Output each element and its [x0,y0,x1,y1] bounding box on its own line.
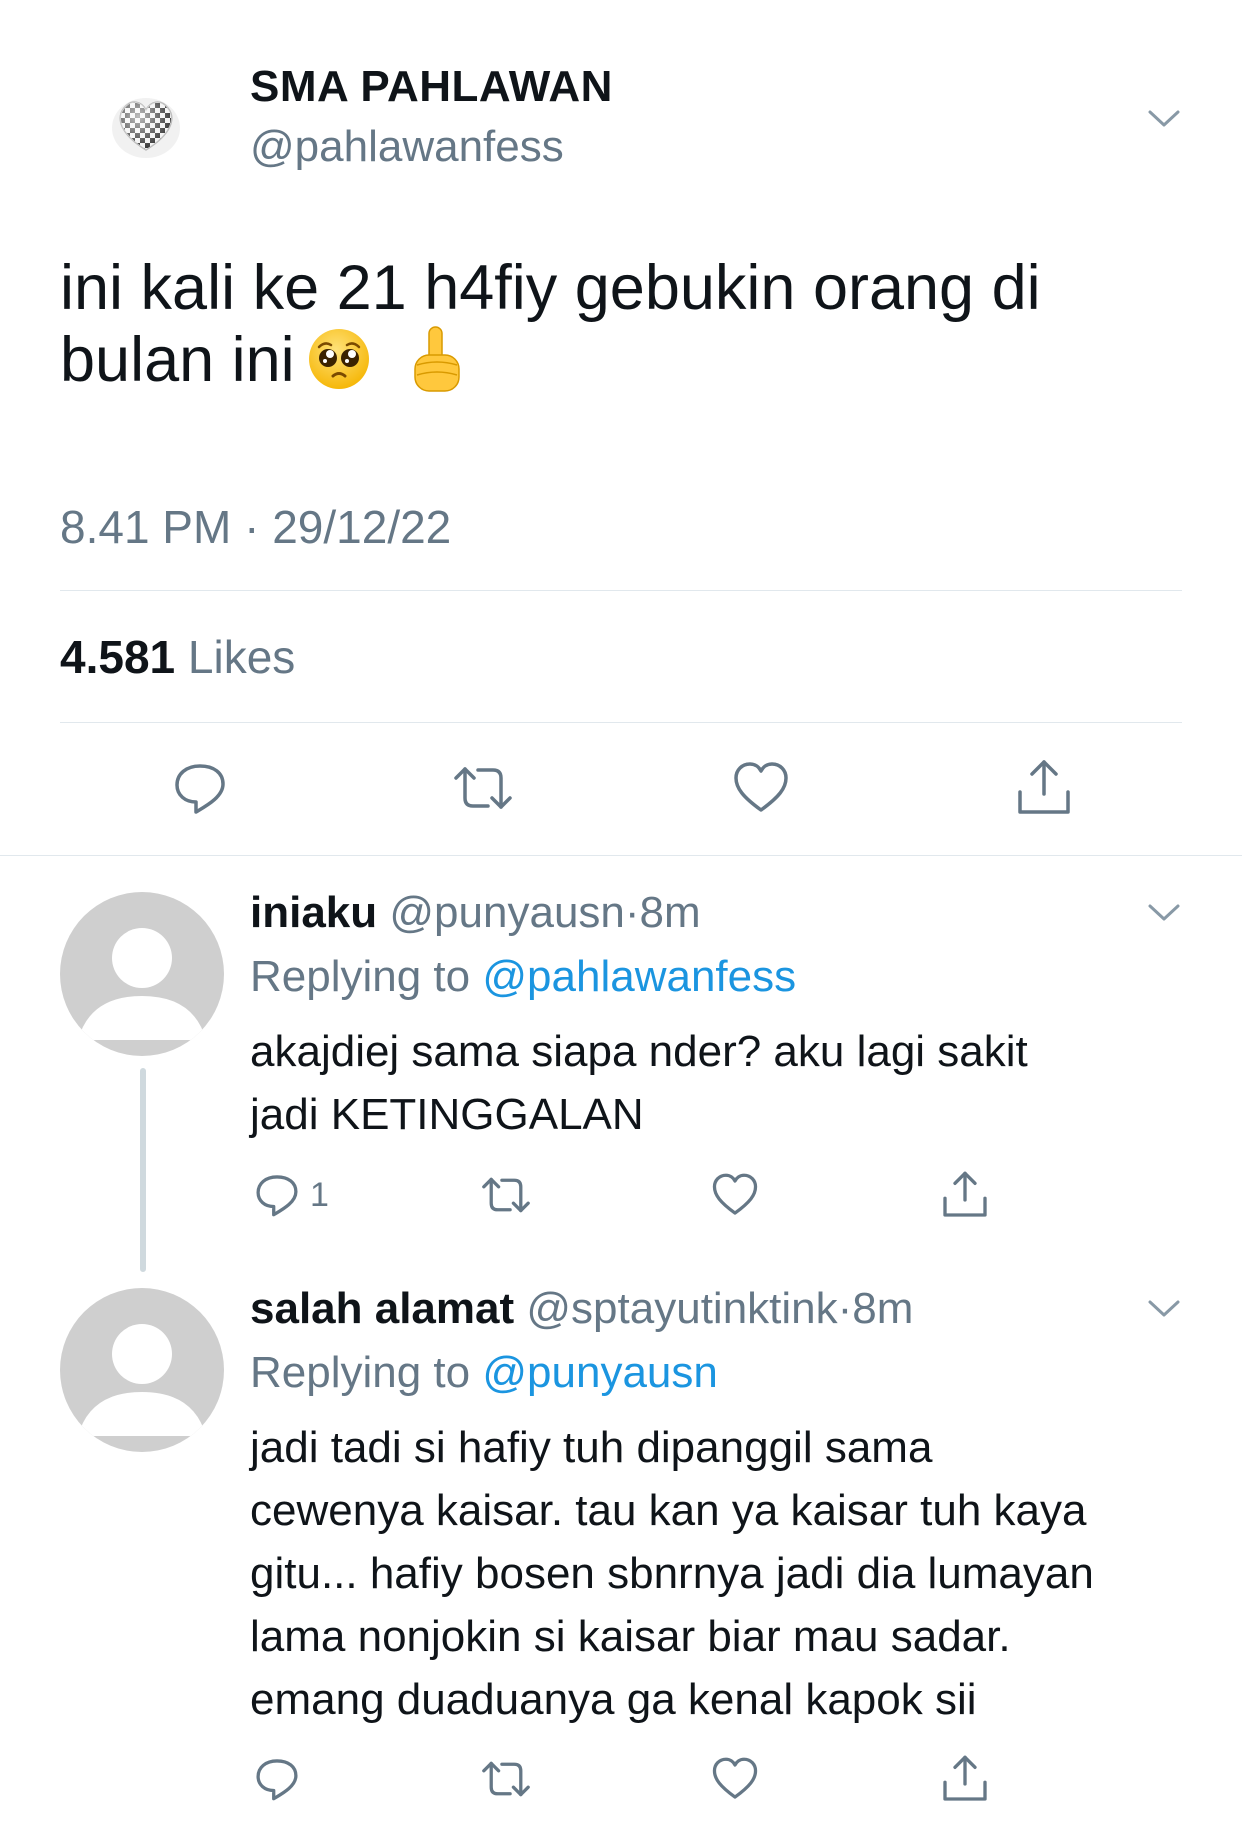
avatar[interactable] [60,892,224,1056]
reply-text-line: jadi KETINGGALAN [250,1090,644,1139]
retweet-icon[interactable] [480,1756,532,1802]
chevron-down-icon[interactable] [1144,98,1184,138]
reply-count: 1 [310,1175,329,1214]
reply-text-line: lama nonjokin si kaisar biar mau sadar. [250,1612,1011,1661]
tweet-text: ini kali ke 21 h4fiy gebukin orang di bu… [60,252,1180,396]
reply-author-name[interactable]: salah alamat [250,1284,514,1333]
reply-icon[interactable] [254,1756,300,1802]
separator-dot: · [244,501,260,553]
reply-text-line: gitu... hafiy bosen sbnrnya jadi dia lum… [250,1549,1094,1598]
separator-dot: · [624,888,640,937]
replying-to: Replying to @pahlawanfess [250,952,796,1002]
reply-text-line: akajdiej sama siapa nder? aku lagi sakit [250,1027,1028,1076]
replying-to-label: Replying to [250,1348,471,1397]
thread-connector-line [140,1068,146,1272]
reply-author-name[interactable]: iniaku [250,888,377,937]
reply-text-line: emang duaduanya ga kenal kapok sii [250,1675,977,1724]
replying-to-link[interactable]: @pahlawanfess [482,952,796,1001]
separator-dot: · [837,1284,853,1333]
reply-text-line: cewenya kaisar. tau kan ya kaisar tuh ka… [250,1486,1087,1535]
likes-count[interactable]: 4.581 Likes [60,630,295,684]
divider [60,590,1182,591]
chevron-down-icon[interactable] [1144,892,1184,932]
reply-author-handle[interactable]: @punyausn [389,888,625,937]
share-icon[interactable] [940,1170,990,1220]
divider [60,722,1182,723]
retweet-icon[interactable] [452,760,514,816]
author-handle[interactable]: @pahlawanfess [250,122,564,172]
reply-text: jadi tadi si hafiy tuh dipanggil sama ce… [250,1416,1210,1731]
reply-text: akajdiej sama siapa nder? aku lagi sakit… [250,1020,1210,1146]
reply-icon[interactable] [254,1172,300,1218]
like-heart-icon[interactable] [712,1172,758,1218]
reply-time: 8m [852,1284,914,1333]
reply-header[interactable]: iniaku @punyausn·8m [250,888,701,938]
share-icon[interactable] [1014,758,1074,818]
index-pointing-up-emoji [407,325,467,395]
pleading-face-emoji [307,327,371,391]
chevron-down-icon[interactable] [1144,1288,1184,1328]
tweet-date: 29/12/22 [272,501,452,553]
avatar[interactable] [60,1288,224,1452]
like-heart-icon[interactable] [712,1756,758,1802]
reply-text-line: jadi tadi si hafiy tuh dipanggil sama [250,1423,933,1472]
likes-label: Likes [187,631,296,683]
tweet-timestamp[interactable]: 8.41 PM · 29/12/22 [60,500,451,554]
tweet-time: 8.41 PM [60,501,232,553]
reply-header[interactable]: salah alamat @sptayutinktink·8m [250,1284,913,1334]
author-display-name[interactable]: SMA PAHLAWAN [250,62,613,112]
profile-avatar[interactable] [110,88,182,160]
tweet-text-line: ini kali ke 21 h4fiy gebukin orang di [60,253,1041,323]
replying-to-label: Replying to [250,952,471,1001]
share-icon[interactable] [940,1754,990,1804]
replying-to: Replying to @punyausn [250,1348,718,1398]
tweet-text-line-2: bulan ini [60,325,295,395]
reply-time: 8m [639,888,701,937]
reply-author-handle[interactable]: @sptayutinktink [526,1284,837,1333]
tweet-text-line: bulan ini [60,324,1180,396]
replying-to-link[interactable]: @punyausn [482,1348,718,1397]
like-heart-icon[interactable] [733,760,789,816]
retweet-icon[interactable] [480,1172,532,1218]
reply-action[interactable]: 1 [254,1172,329,1218]
reply-icon[interactable] [172,760,228,816]
divider [0,855,1242,856]
likes-number: 4.581 [60,631,176,683]
